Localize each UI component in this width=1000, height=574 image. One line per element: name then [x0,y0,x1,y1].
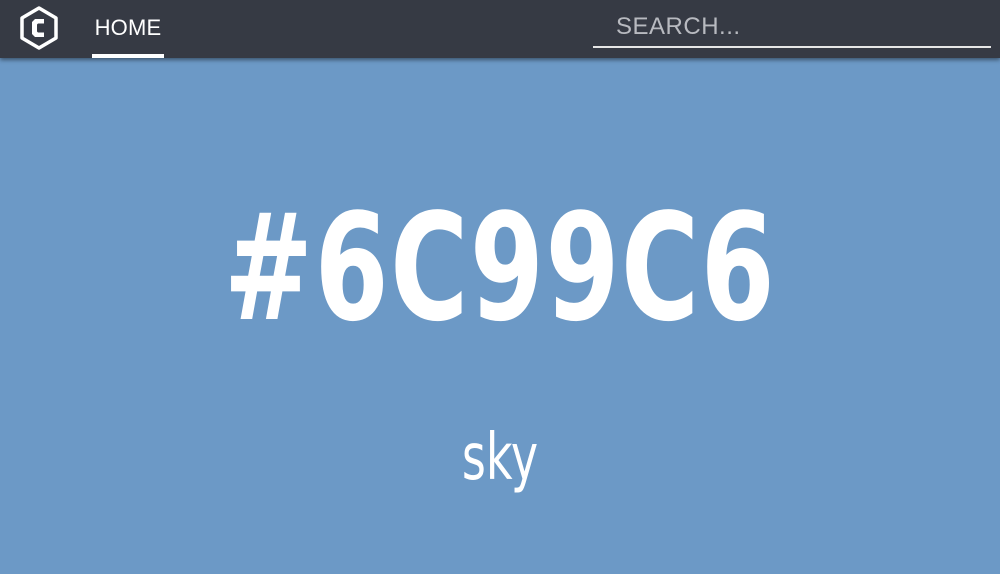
hexagon-c-logo-icon[interactable] [19,6,59,50]
search-input[interactable] [593,8,991,48]
active-tab-indicator [92,54,164,58]
top-navbar: HOME [0,0,1000,58]
hex-color-code: #6C99C6 [223,182,777,354]
color-name-label: sky [461,421,539,495]
nav-home-link[interactable]: HOME [92,0,164,58]
color-display-panel: #6C99C6 sky [0,58,1000,574]
